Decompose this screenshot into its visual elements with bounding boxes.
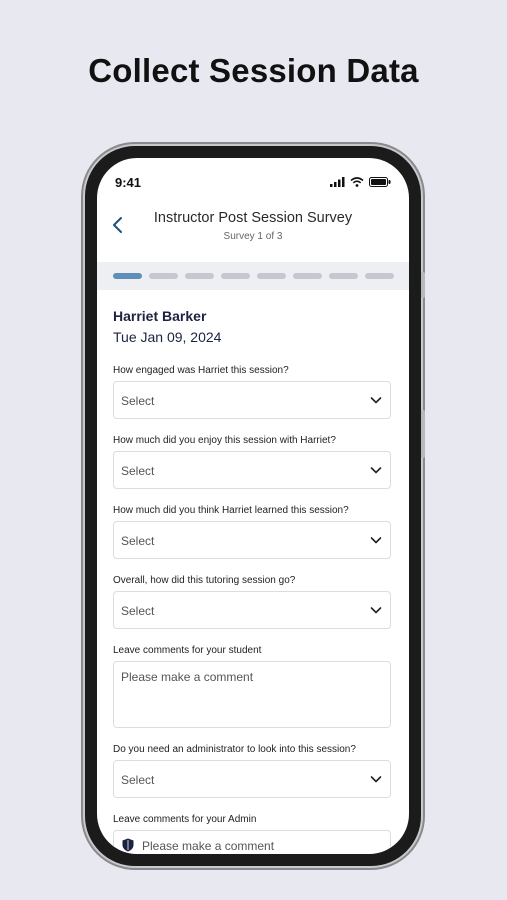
select-value: Select <box>121 534 155 548</box>
nav-header: Instructor Post Session Survey Survey 1 … <box>97 206 409 261</box>
select-value: Select <box>121 604 155 618</box>
phone-side-button <box>421 410 425 458</box>
phone-screen: 9:41 Instructor Post Session Survey Surv… <box>97 158 409 854</box>
progress-step <box>293 273 322 279</box>
chevron-down-icon <box>370 776 382 783</box>
admin-comment-field[interactable]: Please make a comment <box>113 830 391 854</box>
question-label: Do you need an administrator to look int… <box>113 744 356 755</box>
progress-step <box>329 273 358 279</box>
chevron-down-icon <box>370 607 382 614</box>
question-label: How engaged was Harriet this session? <box>113 365 289 376</box>
battery-icon <box>369 177 391 187</box>
chevron-down-icon <box>370 397 382 404</box>
student-comment-field[interactable]: Please make a comment <box>113 661 391 728</box>
session-date: Tue Jan 09, 2024 <box>113 329 222 345</box>
shield-icon <box>122 838 134 852</box>
engagement-select[interactable]: Select <box>113 381 391 419</box>
select-value: Select <box>121 464 155 478</box>
question-label: How much did you think Harriet learned t… <box>113 505 349 516</box>
status-time: 9:41 <box>115 175 142 190</box>
select-value: Select <box>121 773 155 787</box>
progress-step <box>149 273 178 279</box>
progress-step <box>221 273 250 279</box>
overall-select[interactable]: Select <box>113 591 391 629</box>
wifi-icon <box>350 177 364 187</box>
headline: Collect Session Data <box>88 52 419 89</box>
question-label: How much did you enjoy this session with… <box>113 435 336 446</box>
survey-progress <box>97 262 409 290</box>
chevron-down-icon <box>370 537 382 544</box>
progress-step <box>185 273 214 279</box>
progress-step <box>257 273 286 279</box>
question-label: Leave comments for your student <box>113 645 262 656</box>
chevron-down-icon <box>370 467 382 474</box>
progress-step <box>365 273 394 279</box>
learning-select[interactable]: Select <box>113 521 391 559</box>
survey-form: Harriet Barker Tue Jan 09, 2024 How enga… <box>113 308 391 854</box>
comment-placeholder: Please make a comment <box>121 670 254 684</box>
signal-icon <box>330 177 345 187</box>
admin-review-select[interactable]: Select <box>113 760 391 798</box>
comment-placeholder: Please make a comment <box>142 839 275 853</box>
phone-side-button <box>421 272 425 298</box>
select-value: Select <box>121 394 155 408</box>
progress-step <box>113 273 142 279</box>
student-name: Harriet Barker <box>113 308 207 324</box>
page-title: Instructor Post Session Survey <box>153 210 353 226</box>
question-label: Leave comments for your Admin <box>113 814 257 825</box>
status-bar: 9:41 <box>97 158 409 206</box>
enjoyment-select[interactable]: Select <box>113 451 391 489</box>
page-subtitle: Survey 1 of 3 <box>223 231 283 242</box>
question-label: Overall, how did this tutoring session g… <box>113 575 296 586</box>
